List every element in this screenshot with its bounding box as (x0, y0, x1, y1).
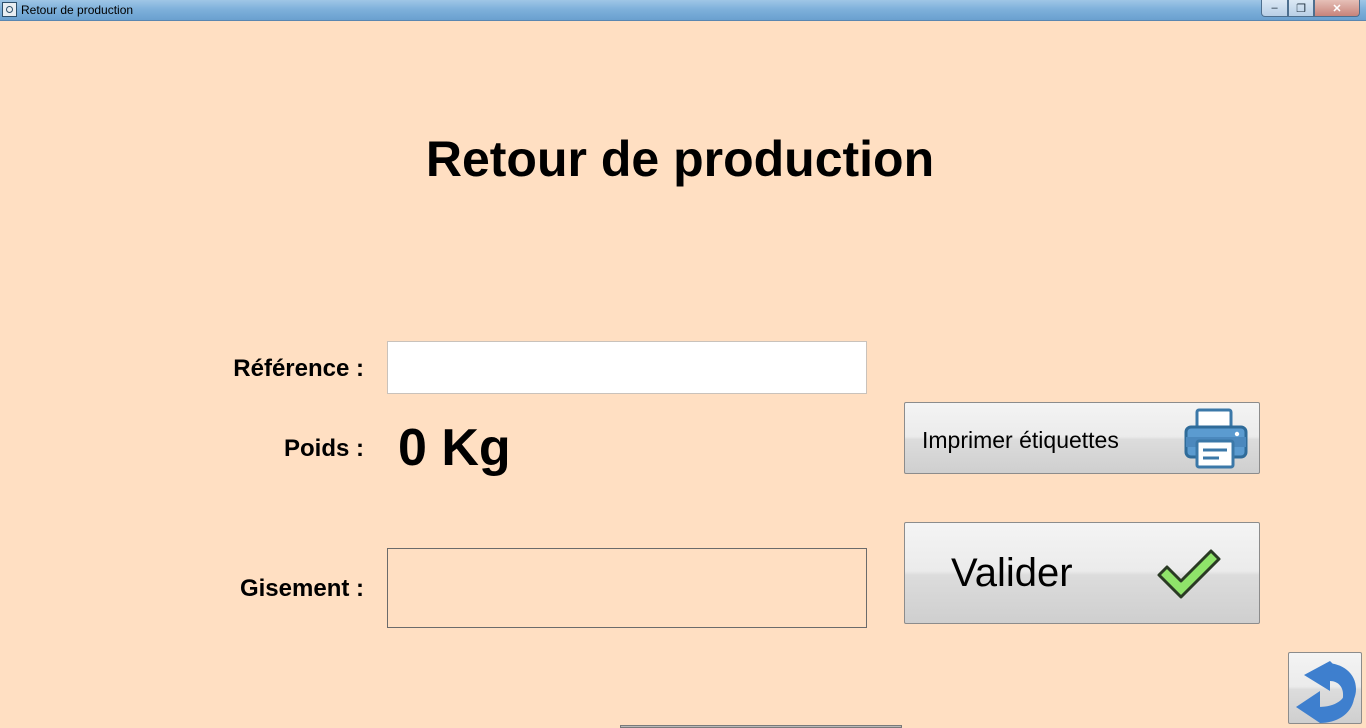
back-button[interactable] (1288, 652, 1362, 724)
valider-label: Valider (951, 551, 1073, 595)
valider-button[interactable]: Valider (904, 522, 1260, 624)
print-labels-label: Imprimer étiquettes (922, 427, 1119, 453)
maximize-button[interactable]: ❐ (1288, 0, 1314, 17)
window-title: Retour de production (21, 3, 134, 17)
back-arrow-icon (1296, 661, 1356, 723)
page-title: Retour de production (425, 131, 935, 187)
poids-value: 0 Kg (398, 419, 511, 477)
check-icon (1157, 549, 1221, 599)
app-icon (2, 2, 17, 17)
window-titlebar: Retour de production – ❐ ✕ (0, 0, 1366, 21)
close-button[interactable]: ✕ (1314, 0, 1360, 17)
minimize-button[interactable]: – (1261, 0, 1288, 17)
poids-label: Poids : (283, 435, 364, 462)
reference-input[interactable] (387, 341, 867, 394)
reference-label: Référence : (233, 355, 364, 382)
gisement-field[interactable] (387, 548, 867, 628)
print-labels-button[interactable]: Imprimer étiquettes (904, 402, 1260, 474)
printer-icon (1184, 408, 1248, 469)
gisement-label: Gisement : (239, 575, 364, 602)
